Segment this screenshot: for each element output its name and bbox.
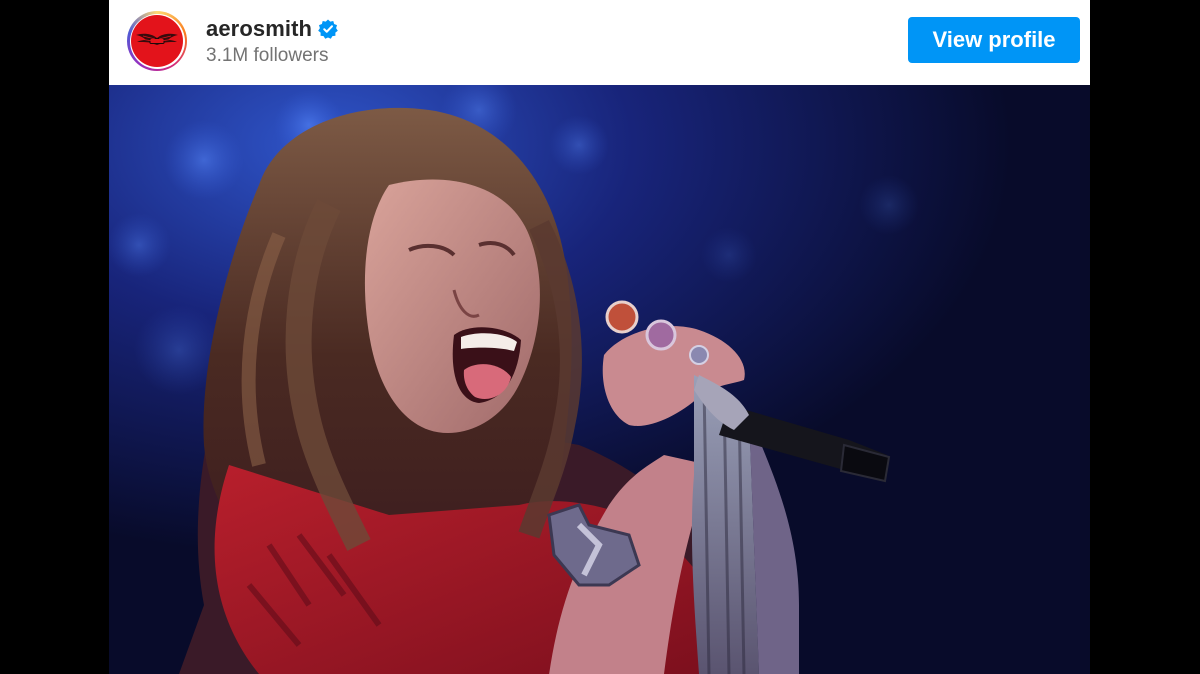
username[interactable]: aerosmith (206, 16, 312, 42)
aerosmith-wings-logo-icon (136, 33, 178, 45)
verified-badge-icon (318, 19, 338, 39)
avatar-story-ring[interactable] (127, 11, 187, 71)
page: aerosmith 3.1M followers View profile (0, 0, 1200, 674)
profile-info: aerosmith 3.1M followers (206, 14, 338, 67)
name-row: aerosmith (206, 14, 338, 44)
embed-header: aerosmith 3.1M followers View profile (109, 0, 1090, 85)
instagram-embed: aerosmith 3.1M followers View profile (109, 0, 1090, 674)
follower-count: 3.1M followers (206, 45, 329, 66)
avatar[interactable] (131, 15, 183, 67)
view-profile-button[interactable]: View profile (908, 17, 1080, 63)
concert-photo-singer-with-microphone (109, 85, 1090, 674)
post-photo[interactable] (109, 85, 1090, 674)
